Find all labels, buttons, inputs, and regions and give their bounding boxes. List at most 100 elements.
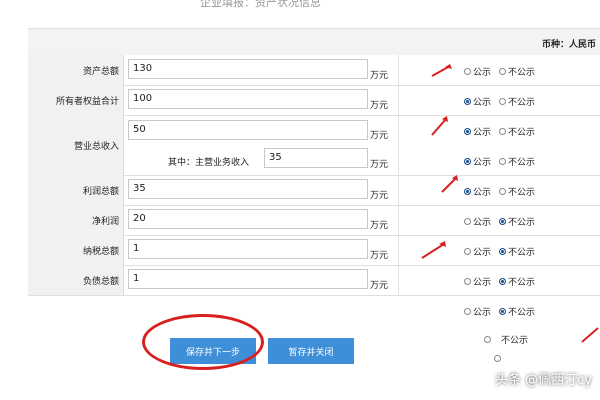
radio-private[interactable] [499,248,507,255]
radio-private[interactable] [499,98,507,105]
page-header: 企业填报：资产状况信息 [0,0,600,20]
radio-public[interactable] [464,128,471,135]
radio-private[interactable] [499,218,507,225]
unit-label: 万元 [370,221,389,231]
row-label-total-liabilities: 负债总额 [28,265,124,295]
radio-private[interactable] [499,308,507,315]
page-title: 企业填报：资产状况信息 [200,0,321,9]
radio-private-label: 不公示 [508,218,536,228]
disclosure-radio-group: 公示 不公示 [464,125,535,138]
unit-label: 万元 [370,101,389,111]
disclosure-radio-group: 公示 不公示 [464,155,535,168]
radio-public[interactable] [464,158,471,165]
asset-form: 资产总额 130 万元 公示 不公示 所有者权益合计 100 万元 公示 不公示… [28,55,600,296]
row-label-total-tax: 纳税总额 [28,235,124,265]
radio-private-label: 不公示 [508,158,536,168]
radio-public[interactable] [464,308,471,315]
disclosure-radio-group [494,355,503,362]
radio-public-label: 公示 [473,128,492,138]
total-tax-input[interactable]: 1 [128,239,368,259]
radio-public[interactable] [464,218,471,225]
radio-private-label: 不公示 [508,128,536,138]
divider [398,55,399,85]
radio-private[interactable] [499,278,507,285]
unit-label: 万元 [370,71,389,81]
annotation-arrow-icon [581,327,599,343]
annotation-arrow-icon [431,116,448,136]
disclosure-radio-group: 不公示 [484,333,528,346]
total-assets-input[interactable]: 130 [128,59,368,79]
annotation-circle [142,314,264,370]
radio-public[interactable] [484,336,491,343]
radio-public-label: 公示 [473,68,492,78]
radio-public-label: 公示 [473,248,492,258]
total-profit-input[interactable]: 35 [128,179,368,199]
annotation-arrow-icon [441,175,458,193]
radio-public[interactable] [464,98,471,105]
radio-private[interactable] [499,68,507,75]
table-row: 负债总额 1 万元 公示 不公示 [28,265,600,296]
disclosure-radio-group: 公示 不公示 [464,245,535,258]
net-profit-input[interactable]: 20 [128,209,368,229]
radio-public[interactable] [464,248,471,255]
unit-label: 万元 [370,191,389,201]
revenue-input[interactable]: 50 [128,120,368,140]
radio-private[interactable] [499,188,507,195]
radio-public-label: 公示 [473,308,492,318]
disclosure-radio-group: 公示 不公示 [464,215,535,228]
divider [398,265,399,295]
disclosure-radio-group: 公示 不公示 [464,95,535,108]
annotation-arrow-icon [431,64,452,77]
radio-private[interactable] [499,128,507,135]
currency-label: 币种：人民币 [541,40,596,50]
row-label-net-profit: 净利润 [28,205,124,235]
main-revenue-input[interactable]: 35 [264,148,368,168]
disclosure-radio-group: 公示 不公示 [464,305,535,318]
disclosure-radio-group: 公示 不公示 [464,275,535,288]
table-row: 利润总额 35 万元 公示 不公示 [28,175,600,206]
divider [398,115,399,175]
table-row: 净利润 20 万元 公示 不公示 [28,205,600,236]
divider [398,235,399,265]
radio-private-label: 不公示 [508,278,536,288]
radio-public-label: 公示 [473,188,492,198]
radio-public-label: 公示 [473,98,492,108]
radio-private-label: 不公示 [508,98,536,108]
divider [398,85,399,115]
unit-label: 万元 [370,160,389,170]
row-label-total-assets: 资产总额 [28,55,124,85]
watermark: 头条 @佩西汀cy [495,373,592,388]
row-label-total-profit: 利润总额 [28,175,124,205]
currency-bar: 币种：人民币 [28,28,600,55]
radio-public-label: 公示 [473,218,492,228]
radio-public[interactable] [494,355,501,362]
radio-private-label: 不公示 [508,308,536,318]
divider [398,205,399,235]
radio-private-label: 不公示 [501,336,529,346]
radio-public[interactable] [464,278,471,285]
radio-public[interactable] [464,68,471,75]
table-row: 纳税总额 1 万元 公示 不公示 [28,235,600,266]
radio-public-label: 公示 [473,278,492,288]
table-row: 资产总额 130 万元 公示 不公示 [28,55,600,86]
save-and-close-button[interactable]: 暂存并关闭 [268,338,354,364]
total-liabilities-input[interactable]: 1 [128,269,368,289]
radio-private-label: 不公示 [508,68,536,78]
table-row: 所有者权益合计 100 万元 公示 不公示 [28,85,600,116]
radio-private-label: 不公示 [508,248,536,258]
disclosure-radio-group: 公示 不公示 [464,65,535,78]
radio-public[interactable] [464,188,471,195]
radio-private[interactable] [499,158,507,165]
row-label-owners-equity: 所有者权益合计 [28,85,124,115]
annotation-arrow-icon [421,241,446,259]
sub-label-main-revenue: 其中：主营业务收入 [168,158,250,168]
table-row: 营业总收入 50 万元 其中：主营业务收入 35 万元 公示 不公示 公示 不公… [28,115,600,176]
radio-public-label: 公示 [473,158,492,168]
unit-label: 万元 [370,251,389,261]
radio-private-label: 不公示 [508,188,536,198]
row-label-revenue: 营业总收入 [28,115,124,175]
unit-label: 万元 [370,131,389,141]
unit-label: 万元 [370,281,389,291]
owners-equity-input[interactable]: 100 [128,89,368,109]
divider [398,175,399,205]
